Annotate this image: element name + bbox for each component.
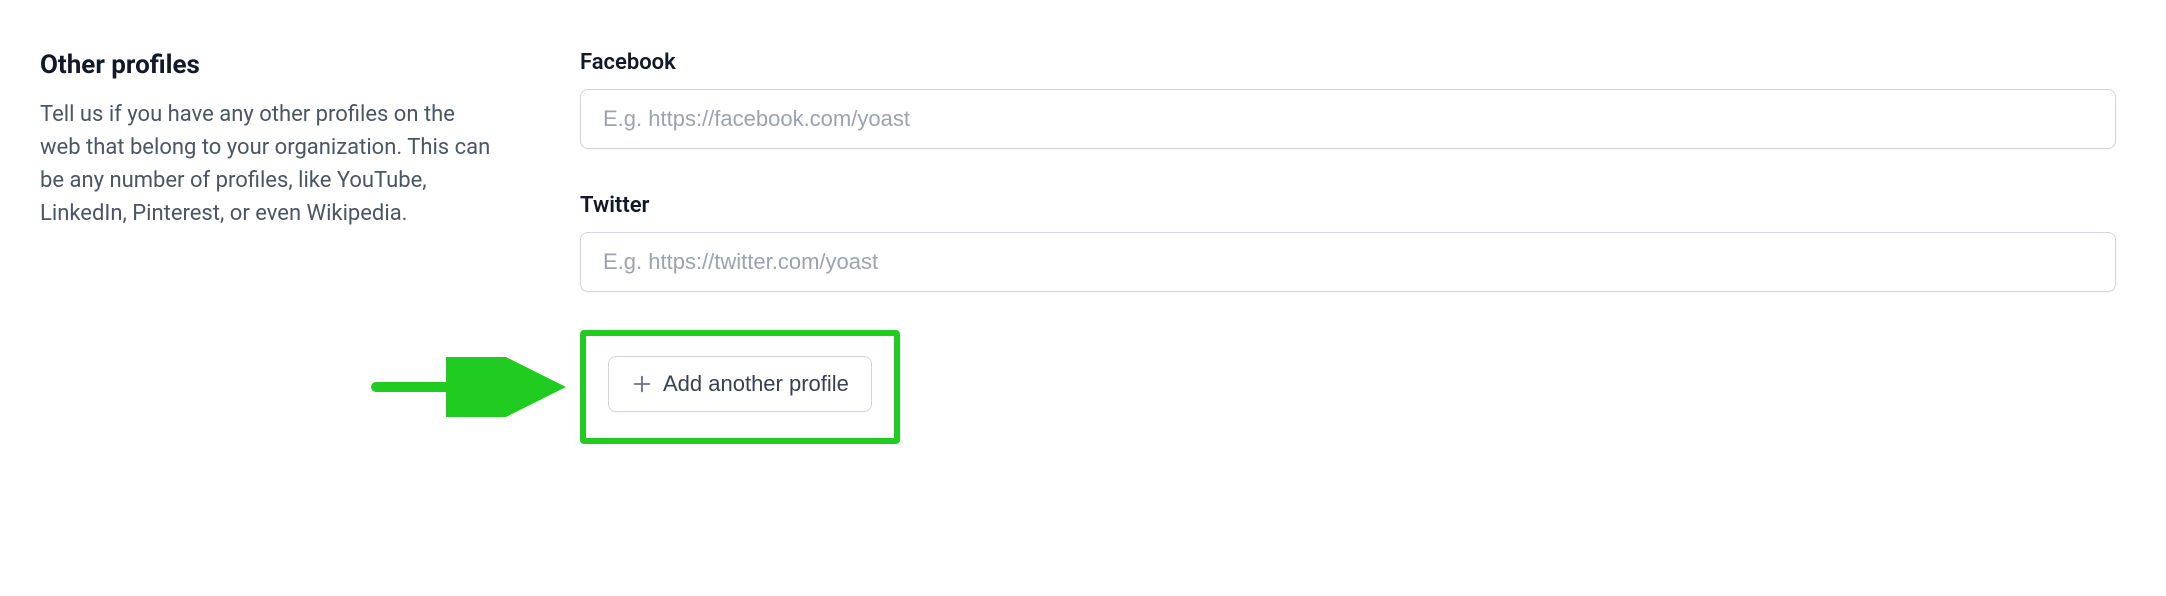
highlight-annotation: Add another profile bbox=[580, 330, 900, 444]
profiles-section: Other profiles Tell us if you have any o… bbox=[40, 50, 2126, 444]
add-profile-button-label: Add another profile bbox=[663, 371, 849, 397]
plus-icon bbox=[631, 373, 653, 395]
section-description: Tell us if you have any other profiles o… bbox=[40, 98, 500, 230]
section-title: Other profiles bbox=[40, 50, 500, 80]
facebook-label: Facebook bbox=[580, 50, 2116, 75]
add-profile-button[interactable]: Add another profile bbox=[608, 356, 872, 412]
facebook-field-group: Facebook bbox=[580, 50, 2116, 149]
profiles-form: Facebook Twitter Add another bbox=[580, 50, 2126, 444]
twitter-input[interactable] bbox=[580, 232, 2116, 292]
twitter-label: Twitter bbox=[580, 193, 2116, 218]
twitter-field-group: Twitter bbox=[580, 193, 2116, 292]
facebook-input[interactable] bbox=[580, 89, 2116, 149]
arrow-annotation-icon bbox=[371, 357, 571, 417]
